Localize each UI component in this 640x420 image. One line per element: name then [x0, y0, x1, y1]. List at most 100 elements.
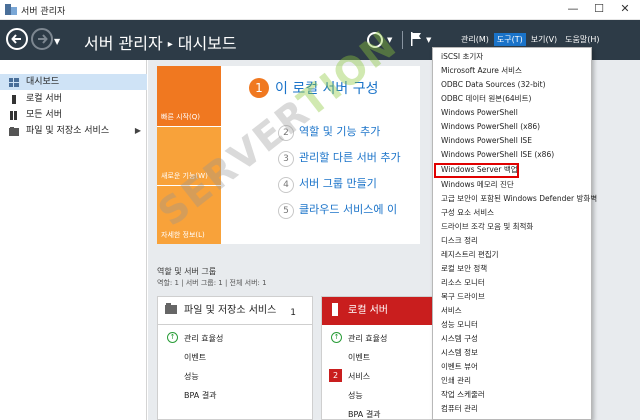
- arrow-right-icon: [38, 34, 48, 44]
- tools-menu-item[interactable]: 복구 드라이브: [441, 290, 589, 304]
- tools-menu-item[interactable]: Windows PowerShell ISE: [441, 134, 589, 148]
- tools-menu-item[interactable]: 디스크 정리: [441, 234, 589, 248]
- tools-menu-item[interactable]: 작업 스케줄러: [441, 388, 589, 402]
- menu-help[interactable]: 도움말(H): [562, 33, 602, 46]
- step-create-group[interactable]: 4 서버 그룹 만들기: [278, 175, 377, 193]
- card-row-events[interactable]: 이벤트: [184, 352, 206, 363]
- back-button[interactable]: [6, 28, 28, 50]
- tools-menu-item[interactable]: 시스템 구성: [441, 332, 589, 346]
- card-count: 1: [290, 308, 296, 318]
- tile-label: 새로운 기능(W): [161, 172, 208, 180]
- breadcrumb-page: 대시보드: [177, 34, 237, 53]
- step-cloud-services[interactable]: 5 클라우드 서비스에 이: [278, 201, 397, 219]
- window-titlebar: 서버 관리자 — ☐ ✕: [0, 0, 640, 20]
- minimize-button[interactable]: —: [560, 0, 586, 18]
- close-button[interactable]: ✕: [612, 0, 638, 18]
- step-add-roles[interactable]: 2 역할 및 기능 추가: [278, 123, 380, 141]
- server-icon: [332, 303, 338, 316]
- tools-menu-item[interactable]: 레지스트리 편집기: [441, 248, 589, 262]
- step-label: 관리할 다른 서버 추가: [299, 151, 401, 164]
- tools-menu-item[interactable]: Windows PowerShell ISE (x86): [441, 148, 589, 162]
- storage-icon: [165, 303, 177, 314]
- nav-history-dropdown[interactable]: ▼: [54, 37, 60, 46]
- tile-label: 자세한 정보(L): [161, 231, 205, 239]
- card-row-manageability[interactable]: ↑ 관리 효율성: [331, 332, 388, 344]
- welcome-panel: 빠른 시작(Q) 새로운 기능(W) 자세한 정보(L) 1 이 로컬 서버 구성…: [157, 66, 420, 244]
- card-row-label: 관리 효율성: [184, 334, 224, 343]
- tools-menu-item[interactable]: 로컬 보안 정책: [441, 262, 589, 276]
- tile-quick-start[interactable]: 빠른 시작(Q): [157, 66, 221, 126]
- tools-menu-item[interactable]: 인쇄 관리: [441, 374, 589, 388]
- tools-menu-item[interactable]: 이벤트 뷰어: [441, 360, 589, 374]
- step-number: 2: [278, 125, 294, 141]
- refresh-icon[interactable]: [367, 32, 383, 48]
- card-row-label: 이벤트: [348, 353, 371, 362]
- menu-bar: 관리(M) 도구(T) 보기(V) 도움말(H): [458, 33, 605, 47]
- server-icon: [12, 95, 16, 104]
- roles-summary: 역할: 1 | 서버 그룹: 1 | 전체 서버: 1: [157, 279, 267, 287]
- chevron-right-icon[interactable]: ▶: [135, 123, 141, 139]
- tile-learn-more[interactable]: 자세한 정보(L): [157, 186, 221, 244]
- card-row-performance[interactable]: 성능: [184, 371, 199, 382]
- card-row-label: BPA 결과: [184, 391, 217, 400]
- card-row-label: 관리 효율성: [348, 334, 388, 343]
- sidebar-item-local-server[interactable]: 로컬 서버: [0, 91, 147, 107]
- notifications-dropdown-icon[interactable]: ▼: [426, 36, 431, 44]
- step-label: 서버 그룹 만들기: [299, 177, 377, 190]
- tile-whats-new[interactable]: 새로운 기능(W): [157, 127, 221, 185]
- step-label: 이 로컬 서버 구성: [275, 81, 379, 97]
- card-row-label: 성능: [184, 372, 199, 381]
- step-add-servers[interactable]: 3 관리할 다른 서버 추가: [278, 149, 401, 167]
- step-label: 역할 및 기능 추가: [299, 125, 381, 138]
- tools-menu-item[interactable]: Microsoft Azure 서비스: [441, 64, 589, 78]
- card-row-bpa[interactable]: BPA 결과: [348, 409, 381, 420]
- maximize-button[interactable]: ☐: [586, 0, 612, 18]
- card-row-manageability[interactable]: ↑ 관리 효율성: [167, 332, 224, 344]
- step-number: 4: [278, 177, 294, 193]
- forward-button[interactable]: [31, 28, 53, 50]
- card-row-bpa[interactable]: BPA 결과: [184, 390, 217, 401]
- notifications-flag-icon[interactable]: [410, 32, 422, 46]
- card-title: 로컬 서버: [348, 305, 388, 316]
- tools-menu-item[interactable]: 구성 요소 서비스: [441, 206, 589, 220]
- tools-menu-item[interactable]: iSCSI 초기자: [441, 50, 589, 64]
- step-label: 클라우드 서비스에 이: [299, 203, 398, 216]
- ok-up-icon: ↑: [167, 332, 178, 343]
- ok-up-icon: ↑: [331, 332, 342, 343]
- sidebar-item-label: 파일 및 저장소 서비스: [26, 126, 110, 136]
- menu-view[interactable]: 보기(V): [528, 33, 560, 46]
- card-row-label: 서비스: [348, 372, 371, 381]
- tools-menu-item[interactable]: Windows PowerShell: [441, 106, 589, 120]
- card-row-label: 이벤트: [184, 353, 207, 362]
- sidebar-item-file-storage[interactable]: 파일 및 저장소 서비스 ▶: [0, 123, 147, 139]
- tools-menu-item[interactable]: 드라이브 조각 모음 및 최적화: [441, 220, 589, 234]
- tools-menu-item[interactable]: ODBC 데이터 원본(64비트): [441, 92, 589, 106]
- step-configure-local-server[interactable]: 1 이 로컬 서버 구성: [249, 78, 379, 98]
- menu-manage[interactable]: 관리(M): [458, 33, 492, 46]
- tools-menu-item[interactable]: Windows 메모리 진단: [441, 178, 589, 192]
- header-divider: [402, 31, 403, 49]
- tools-menu-item[interactable]: 서비스: [441, 304, 589, 318]
- sidebar-item-dashboard[interactable]: 대시보드: [0, 74, 147, 90]
- breadcrumb-root[interactable]: 서버 관리자: [84, 34, 163, 53]
- card-row-performance[interactable]: 성능: [348, 390, 363, 401]
- tools-menu-item[interactable]: 시스템 정보: [441, 346, 589, 360]
- tools-menu-item[interactable]: 고급 보안이 포함된 Windows Defender 방화벽: [441, 192, 597, 206]
- sidebar-item-all-servers[interactable]: 모든 서버: [0, 107, 147, 123]
- tools-menu-item[interactable]: 리소스 모니터: [441, 276, 589, 290]
- tools-menu-item[interactable]: 컴퓨터 관리: [441, 402, 589, 416]
- arrow-left-icon: [11, 34, 21, 44]
- menu-tools[interactable]: 도구(T): [493, 33, 526, 46]
- card-row-events[interactable]: 이벤트: [348, 352, 370, 363]
- breadcrumb-separator-icon: ▸: [167, 39, 173, 50]
- card-header[interactable]: 파일 및 저장소 서비스 1: [158, 297, 312, 325]
- refresh-dropdown-icon[interactable]: ▼: [387, 36, 392, 44]
- role-card-file-storage[interactable]: 파일 및 저장소 서비스 1 ↑ 관리 효율성 이벤트 성능 BPA 결과: [157, 296, 313, 420]
- tools-menu-item[interactable]: ODBC Data Sources (32-bit): [441, 78, 589, 92]
- alert-count-badge: 2: [329, 369, 342, 382]
- breadcrumb: 서버 관리자 ▸ 대시보드: [84, 30, 237, 54]
- dashboard-icon: [9, 78, 19, 87]
- tools-menu-item[interactable]: 성능 모니터: [441, 318, 589, 332]
- card-row-services[interactable]: 2 서비스: [329, 369, 371, 382]
- tools-menu-item[interactable]: Windows PowerShell (x86): [441, 120, 589, 134]
